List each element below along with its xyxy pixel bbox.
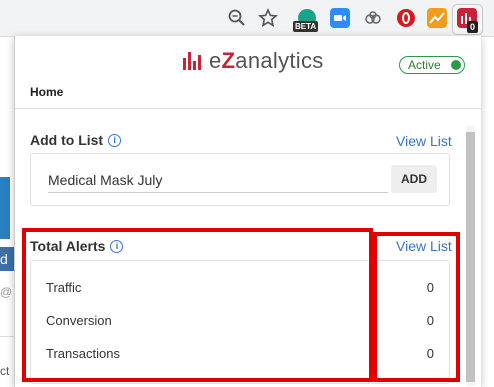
cloud-extension-icon[interactable] xyxy=(363,8,383,28)
logo-wordmark: eZanalytics xyxy=(209,48,324,73)
popup-scrollbar-thumb[interactable] xyxy=(466,132,475,382)
header-divider xyxy=(15,108,481,109)
active-toggle-label: Active xyxy=(408,58,441,72)
add-button[interactable]: ADD xyxy=(391,165,437,193)
zoom-video-icon[interactable] xyxy=(330,8,350,28)
beta-badge: BETA xyxy=(293,21,319,32)
page-graphic xyxy=(0,177,10,239)
opera-extension-icon[interactable] xyxy=(397,9,415,27)
add-to-list-title: Add to List i xyxy=(30,132,122,148)
alerts-highlight-box xyxy=(22,228,373,382)
counts-highlight-box xyxy=(373,232,460,382)
popup-header: eZanalytics Active Home xyxy=(15,36,481,108)
page-text-fragment: @ xyxy=(0,285,13,299)
add-to-list-view-link[interactable]: View List xyxy=(396,133,452,149)
zoom-icon[interactable] xyxy=(227,8,247,28)
toggle-knob-icon xyxy=(451,60,461,70)
page-button-fragment: d xyxy=(0,247,14,271)
info-icon[interactable]: i xyxy=(108,133,122,147)
page-background: d @ ct xyxy=(0,37,14,387)
active-toggle[interactable]: Active xyxy=(399,56,465,74)
ezanalytics-logo: eZanalytics xyxy=(183,48,324,74)
chart-extension-icon[interactable] xyxy=(427,8,447,28)
ezanalytics-badge: 0 xyxy=(467,21,479,33)
browser-toolbar: BETA 0 xyxy=(0,0,494,37)
logo-bars-icon xyxy=(183,52,201,70)
list-name-input[interactable] xyxy=(48,168,388,193)
star-icon[interactable] xyxy=(258,8,278,28)
page-divider xyxy=(0,336,14,337)
page-text-fragment: ct xyxy=(0,364,10,378)
nav-home[interactable]: Home xyxy=(30,85,63,99)
add-to-list-card: ADD xyxy=(30,153,450,206)
